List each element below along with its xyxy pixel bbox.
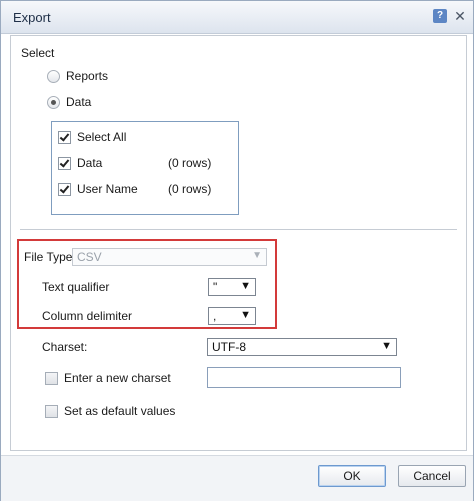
export-dialog: Export ? ✕ Select Reports Data Select Al… — [0, 0, 474, 501]
reports-radio[interactable] — [47, 70, 60, 83]
data-checkbox-label[interactable]: Data — [77, 156, 102, 170]
column-delimiter-label: Column delimiter — [42, 309, 133, 323]
data-radio-label[interactable]: Data — [66, 95, 91, 109]
file-type-value: CSV — [77, 250, 102, 264]
column-delimiter-value: , — [213, 309, 217, 323]
new-charset-input[interactable] — [207, 367, 401, 388]
data-row-count: (0 rows) — [168, 156, 212, 170]
cancel-button[interactable]: Cancel — [398, 465, 466, 487]
data-checkbox[interactable] — [58, 157, 71, 170]
close-icon[interactable]: ✕ — [453, 8, 467, 24]
charset-select[interactable]: UTF-8 ▼ — [207, 338, 397, 356]
default-values-checkbox[interactable] — [45, 405, 58, 418]
file-type-label: File Type: — [24, 250, 76, 264]
dialog-title: Export — [13, 10, 51, 25]
title-bar[interactable]: Export ? ✕ — [1, 1, 473, 34]
column-delimiter-select[interactable]: , ▼ — [208, 307, 256, 325]
data-selection-box: Select All Data (0 rows) User Name (0 ro… — [51, 121, 239, 215]
text-qualifier-select[interactable]: " ▼ — [208, 278, 256, 296]
file-type-select[interactable]: CSV ▼ — [72, 248, 267, 266]
charset-label: Charset: — [42, 340, 88, 354]
section-divider — [20, 229, 457, 230]
chevron-down-icon: ▼ — [252, 250, 262, 261]
user-name-checkbox-label[interactable]: User Name — [77, 182, 138, 196]
select-all-label[interactable]: Select All — [77, 130, 126, 144]
chevron-down-icon: ▼ — [240, 280, 251, 292]
charset-value: UTF-8 — [212, 340, 246, 354]
data-radio[interactable] — [47, 96, 60, 109]
select-all-checkbox[interactable] — [58, 131, 71, 144]
select-heading: Select — [21, 46, 55, 60]
dialog-content: Select Reports Data Select All Data (0 r… — [10, 35, 467, 451]
chevron-down-icon: ▼ — [381, 340, 392, 352]
text-qualifier-value: " — [213, 280, 218, 294]
new-charset-checkbox[interactable] — [45, 372, 58, 385]
reports-radio-label[interactable]: Reports — [66, 69, 108, 83]
user-name-checkbox[interactable] — [58, 183, 71, 196]
default-values-label[interactable]: Set as default values — [64, 404, 175, 418]
text-qualifier-label: Text qualifier — [42, 280, 110, 294]
dialog-footer: OK Cancel — [1, 455, 473, 501]
user-name-row-count: (0 rows) — [168, 182, 212, 196]
ok-button[interactable]: OK — [318, 465, 386, 487]
chevron-down-icon: ▼ — [240, 309, 251, 321]
help-icon[interactable]: ? — [433, 9, 447, 23]
new-charset-label[interactable]: Enter a new charset — [64, 371, 171, 385]
